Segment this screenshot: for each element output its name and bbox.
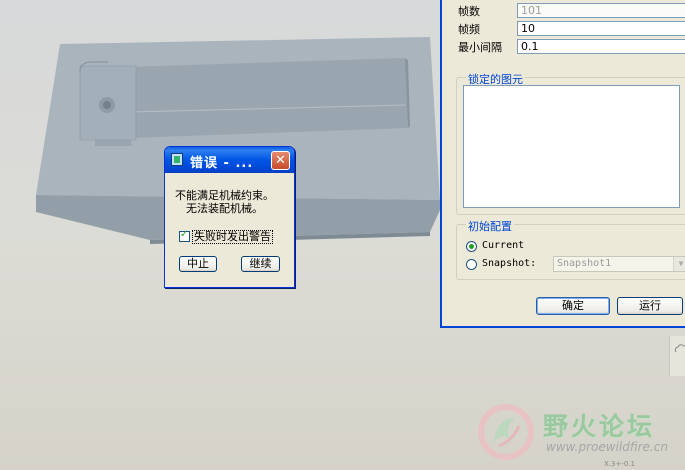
frames-label: 帧数 bbox=[458, 5, 480, 18]
radio-snapshot[interactable] bbox=[466, 259, 477, 270]
radio-current[interactable] bbox=[466, 241, 477, 252]
warn-on-fail-label: 失败时发出警告 bbox=[192, 229, 273, 244]
watermark-logo bbox=[478, 404, 534, 460]
app-icon bbox=[171, 153, 183, 166]
error-message-line1: 不能满足机械约束。 bbox=[175, 189, 274, 202]
coordinate-readout: X.3+-0.1 bbox=[604, 460, 635, 468]
radio-snapshot-label: Snapshot: bbox=[482, 258, 537, 269]
min-interval-field[interactable]: 0.1 bbox=[517, 39, 685, 54]
run-button[interactable]: 运行 bbox=[617, 297, 683, 315]
error-message: 不能满足机械约束。 无法装配机械。 bbox=[175, 189, 274, 215]
abort-button[interactable]: 中止 bbox=[179, 256, 217, 272]
error-message-line2: 无法装配机械。 bbox=[186, 202, 263, 215]
snapshot-select[interactable]: Snapshot1 ▼ bbox=[553, 256, 685, 272]
warn-on-fail-checkbox[interactable]: 失败时发出警告 bbox=[179, 229, 273, 244]
error-dialog-titlebar[interactable]: 错误 - ... ✕ bbox=[165, 147, 294, 173]
locked-entities-list[interactable] bbox=[463, 85, 680, 208]
error-dialog-title: 错误 - ... bbox=[190, 156, 254, 171]
initial-config-label: 初始配置 bbox=[466, 218, 514, 234]
close-icon[interactable]: ✕ bbox=[271, 151, 290, 170]
frame-rate-field[interactable]: 10 bbox=[517, 21, 685, 36]
error-dialog: 错误 - ... ✕ 不能满足机械约束。 无法装配机械。 失败时发出警告 中止 … bbox=[164, 146, 295, 288]
min-interval-label: 最小间隔 bbox=[458, 41, 502, 54]
frames-field: 101 bbox=[517, 3, 685, 18]
watermark-url: www.proewildfire.cn bbox=[546, 440, 668, 454]
ok-button[interactable]: 确定 bbox=[536, 297, 610, 315]
checkbox-checked-icon[interactable] bbox=[179, 229, 190, 242]
chevron-down-icon: ▼ bbox=[673, 257, 685, 271]
animation-settings-panel: 帧数 101 帧频 10 最小间隔 0.1 锁定的图元 初始配置 Current… bbox=[440, 0, 685, 328]
cloud-icon bbox=[669, 336, 685, 376]
continue-button[interactable]: 继续 bbox=[241, 256, 280, 272]
snapshot-select-value: Snapshot1 bbox=[557, 258, 612, 269]
frame-rate-label: 帧频 bbox=[458, 23, 480, 36]
watermark-site-name: 野火论坛 bbox=[543, 412, 656, 441]
radio-current-label: Current bbox=[482, 240, 525, 251]
